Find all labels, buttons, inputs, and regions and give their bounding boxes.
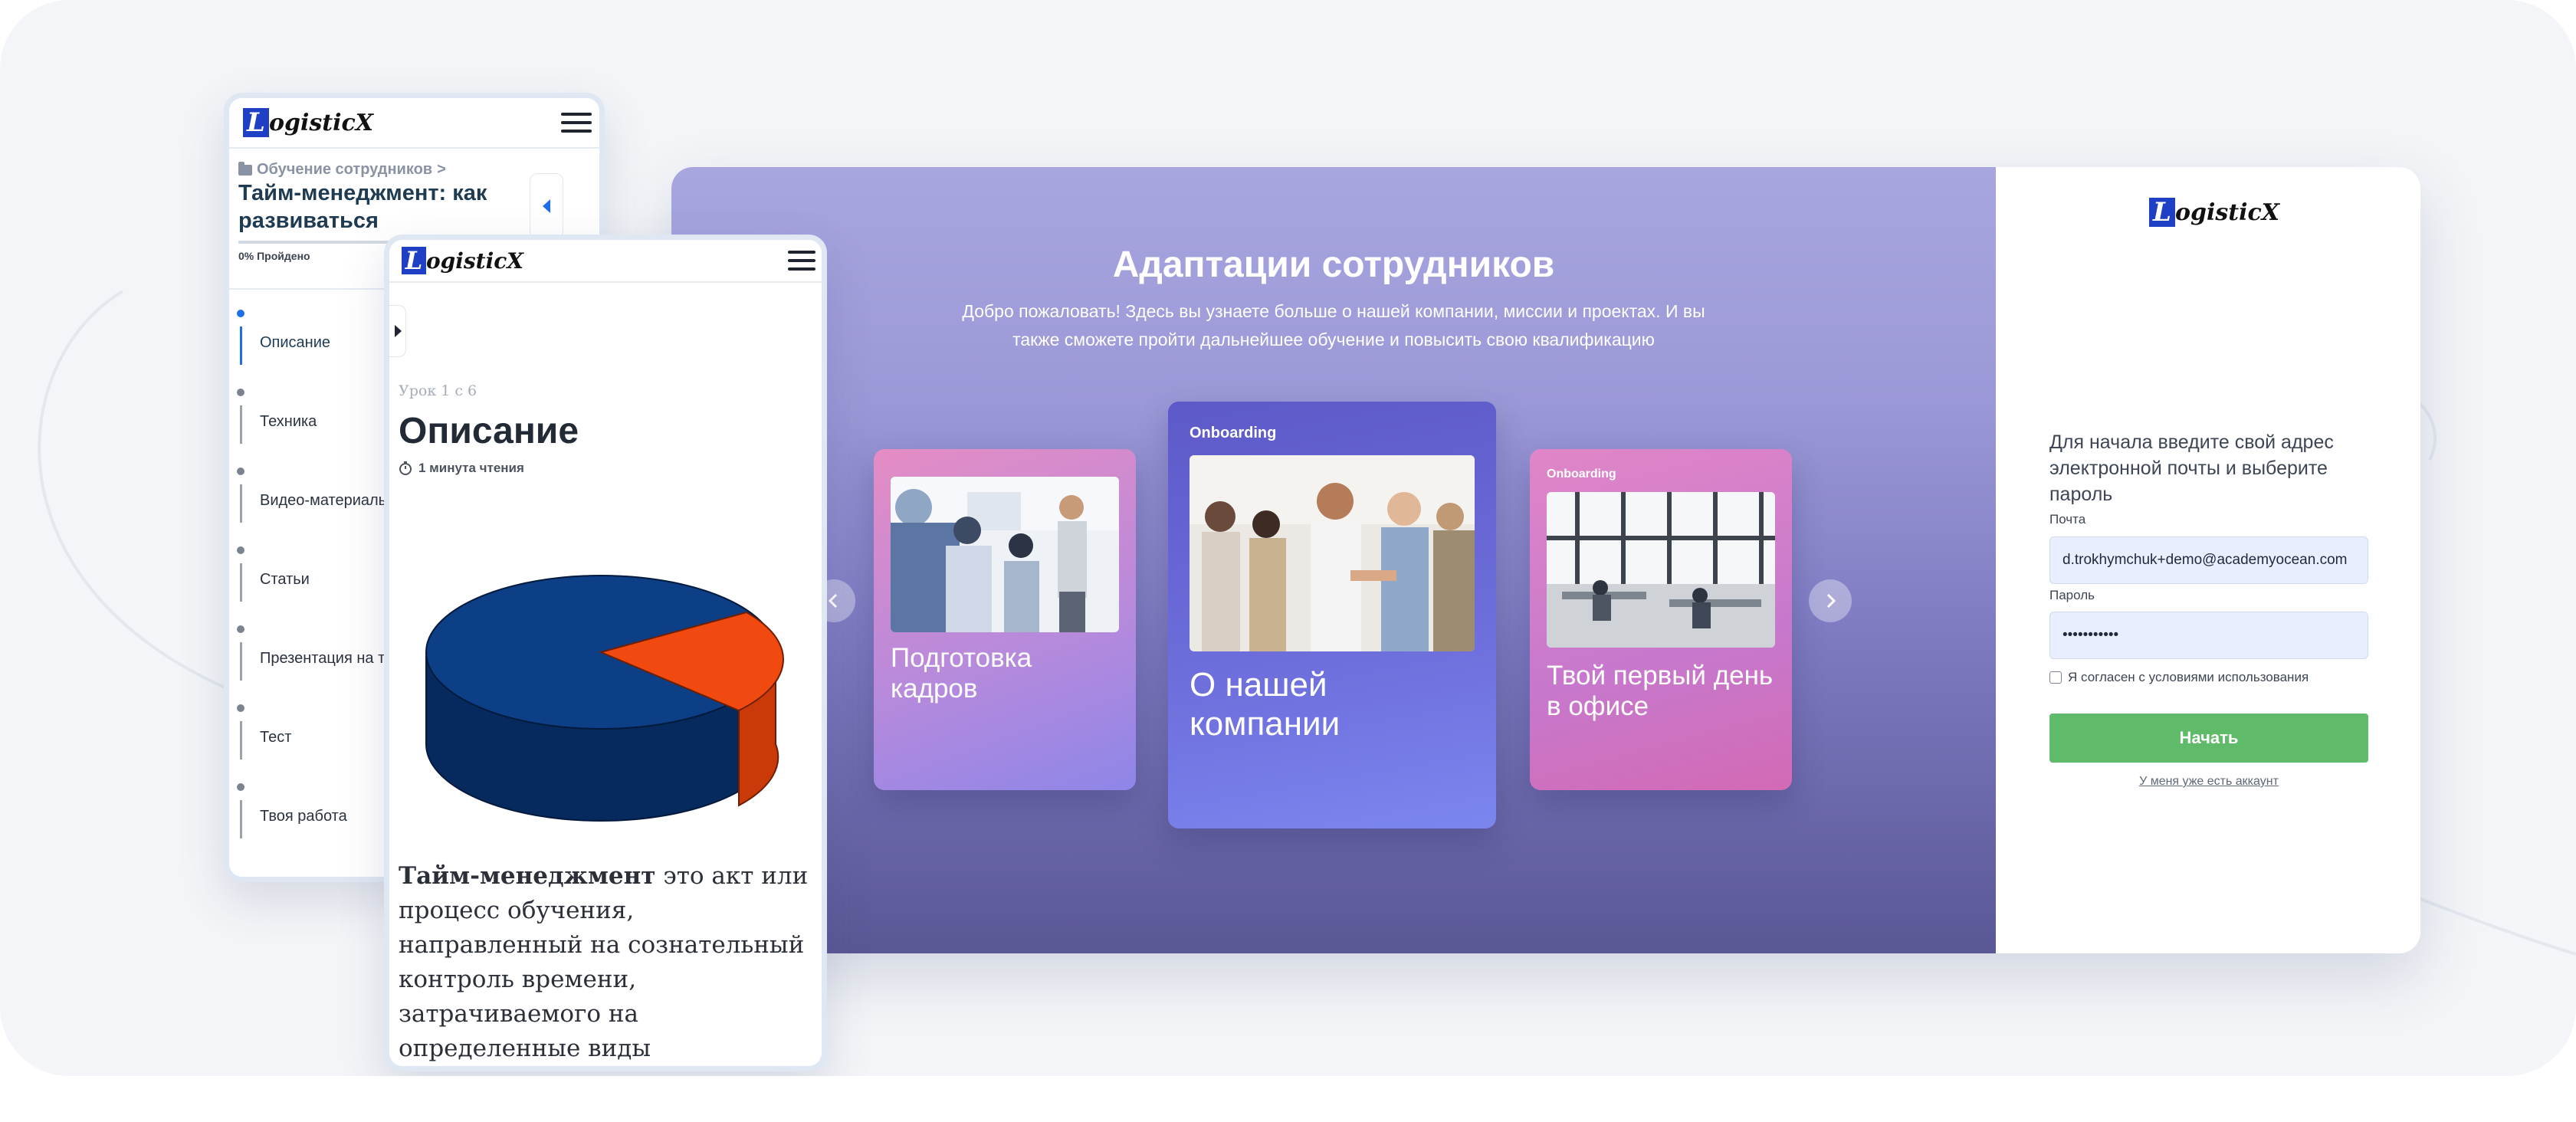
lesson-title: Описание: [399, 411, 579, 451]
phone-header: LogisticX: [389, 240, 822, 283]
card-image-presentation: [891, 477, 1119, 632]
course-card-first-day[interactable]: Onboarding Твой первый день в офисе: [1530, 449, 1792, 790]
phone-header: LogisticX: [229, 98, 599, 149]
password-field[interactable]: •••••••••••: [2049, 612, 2368, 659]
read-time: 1 минута чтения: [399, 461, 524, 476]
terms-checkbox[interactable]: [2049, 671, 2062, 684]
pie-chart-illustration: [425, 575, 784, 822]
stopwatch-icon: [399, 461, 412, 475]
breadcrumb-separator: >: [437, 161, 446, 178]
collapse-sidebar-button[interactable]: [530, 173, 563, 239]
card-image-handshake: [1190, 455, 1475, 651]
terms-checkbox-row[interactable]: Я согласен с условиями использования: [2049, 670, 2309, 685]
caret-right-icon: [394, 325, 402, 337]
course-card-company[interactable]: Onboarding О нашей компании: [1168, 402, 1496, 828]
hero-subtitle: Добро пожаловать! Здесь вы узнаете больш…: [962, 301, 1705, 349]
breadcrumb-link[interactable]: Обучение сотрудников: [257, 161, 432, 179]
folder-icon: [238, 161, 252, 176]
lesson-phone: LogisticX Урок 1 с 6 Описание 1 минута ч…: [384, 235, 827, 1071]
brand-logo: LogisticX: [243, 107, 373, 138]
hero-title: Адаптации сотрудников: [1112, 244, 1555, 285]
card-title: Твой первый день в офисе: [1547, 661, 1774, 722]
password-label: Пароль: [2049, 588, 2095, 602]
chevron-left-icon: [828, 593, 838, 609]
card-tag: Onboarding: [1190, 425, 1277, 441]
card-title: Подготовка кадров: [891, 643, 1032, 704]
brand-logo: LogisticX: [2149, 197, 2279, 228]
lesson-body-text: Тайм-менеджмент это акт или процесс обуч…: [399, 862, 809, 1062]
lesson-counter: Урок 1 с 6: [399, 382, 477, 399]
caret-left-icon: [543, 199, 550, 213]
chevron-right-icon: [1826, 593, 1836, 609]
card-tag: Onboarding: [1547, 468, 1616, 481]
login-intro: Для начала введите свой адрес электронно…: [2049, 431, 2334, 505]
hero-section: Адаптации сотрудников Добро пожаловать! …: [671, 167, 1996, 953]
have-account-link[interactable]: У меня уже есть аккаунт: [2049, 775, 2368, 789]
terms-label: Я согласен с условиями использования: [2068, 670, 2309, 684]
desktop-window: Адаптации сотрудников Добро пожаловать! …: [671, 167, 2420, 953]
progress-text: 0% Пройдено: [238, 250, 310, 262]
email-field[interactable]: d.trokhymchuk+demo@academyocean.com: [2049, 536, 2368, 584]
card-image-office: [1547, 492, 1775, 648]
start-button[interactable]: Начать: [2049, 714, 2368, 763]
course-card-training[interactable]: Подготовка кадров: [874, 449, 1136, 790]
login-panel: LogisticX Для начала введите свой адрес …: [1996, 167, 2420, 953]
card-title: О нашей компании: [1190, 666, 1341, 743]
carousel-next-button[interactable]: [1809, 579, 1852, 622]
email-label: Почта: [2049, 512, 2086, 527]
course-title: Тайм-менеджмент: как развиваться: [238, 181, 487, 233]
menu-icon[interactable]: [788, 251, 815, 271]
expand-sidebar-button[interactable]: [389, 305, 406, 357]
breadcrumb[interactable]: Обучение сотрудников >: [238, 161, 446, 179]
menu-icon[interactable]: [561, 113, 592, 133]
brand-logo: LogisticX: [402, 246, 523, 275]
background-stage: Адаптации сотрудников Добро пожаловать! …: [0, 0, 2576, 1076]
